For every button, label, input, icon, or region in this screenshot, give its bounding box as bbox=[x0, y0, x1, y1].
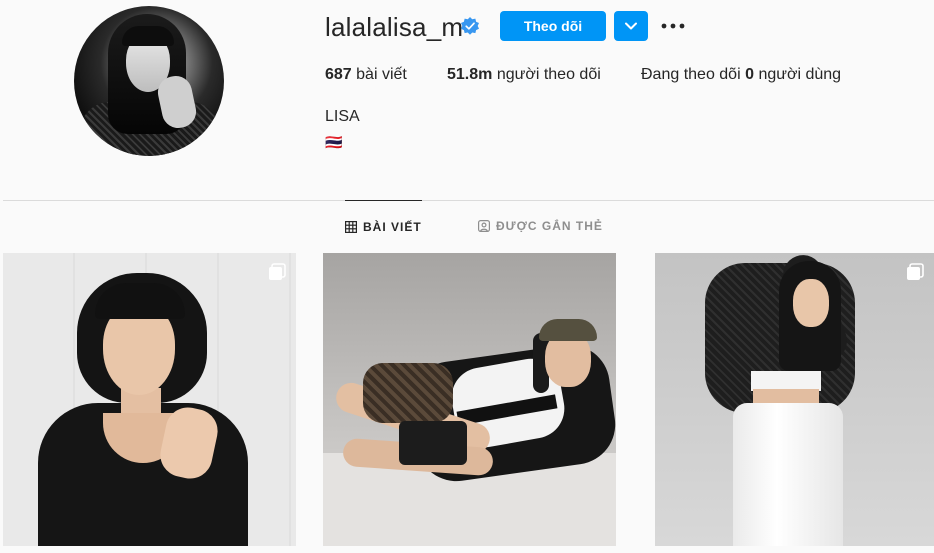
following-stat[interactable]: Đang theo dõi 0 người dùng bbox=[641, 66, 841, 84]
post-3-jeans bbox=[733, 403, 843, 546]
post-2-handbag bbox=[399, 421, 467, 465]
followers-count: 51.8m bbox=[447, 66, 493, 83]
multiple-photos-icon bbox=[907, 263, 924, 280]
tab-posts-label: BÀI VIẾT bbox=[363, 220, 422, 234]
post-2-shorts bbox=[363, 363, 453, 423]
profile-bio: 🇹🇭 bbox=[325, 134, 343, 150]
avatar-bangs bbox=[122, 26, 174, 46]
post-3-crop-top bbox=[751, 371, 821, 391]
profile-username: lalalalisa_m bbox=[325, 12, 464, 42]
tab-tagged-label: ĐƯỢC GẮN THẺ bbox=[496, 219, 603, 233]
followers-label: người theo dõi bbox=[496, 66, 601, 83]
grid-icon bbox=[345, 221, 357, 233]
followers-stat[interactable]: 51.8m người theo dõi bbox=[447, 66, 601, 84]
more-options-button[interactable] bbox=[660, 15, 686, 37]
tab-tagged[interactable]: ĐƯỢC GẮN THẺ bbox=[478, 200, 603, 252]
chevron-down-icon bbox=[625, 22, 637, 30]
tagged-icon bbox=[478, 220, 490, 232]
post-3-face bbox=[793, 279, 829, 327]
multiple-photos-icon bbox=[269, 263, 286, 280]
posts-label: bài viết bbox=[356, 66, 407, 83]
suggested-dropdown-button[interactable] bbox=[614, 11, 648, 41]
post-2-cap bbox=[539, 319, 597, 341]
post-1-bangs bbox=[95, 283, 185, 319]
ellipsis-icon bbox=[661, 23, 685, 29]
tabs-divider bbox=[3, 200, 934, 201]
verified-badge-icon bbox=[461, 17, 479, 35]
follow-button[interactable]: Theo dõi bbox=[500, 11, 606, 41]
posts-count-stat: 687 bài viết bbox=[325, 66, 407, 84]
following-prefix: Đang theo dõi bbox=[641, 66, 741, 83]
tab-posts[interactable]: BÀI VIẾT bbox=[345, 200, 422, 253]
post-thumbnail-1[interactable] bbox=[3, 253, 296, 546]
following-label: người dùng bbox=[758, 66, 842, 83]
post-thumbnail-2[interactable] bbox=[323, 253, 616, 546]
profile-full-name: LISA bbox=[325, 108, 360, 125]
profile-avatar[interactable] bbox=[74, 6, 224, 156]
post-thumbnail-3[interactable] bbox=[655, 253, 934, 546]
following-count: 0 bbox=[745, 66, 754, 83]
posts-count: 687 bbox=[325, 66, 352, 83]
